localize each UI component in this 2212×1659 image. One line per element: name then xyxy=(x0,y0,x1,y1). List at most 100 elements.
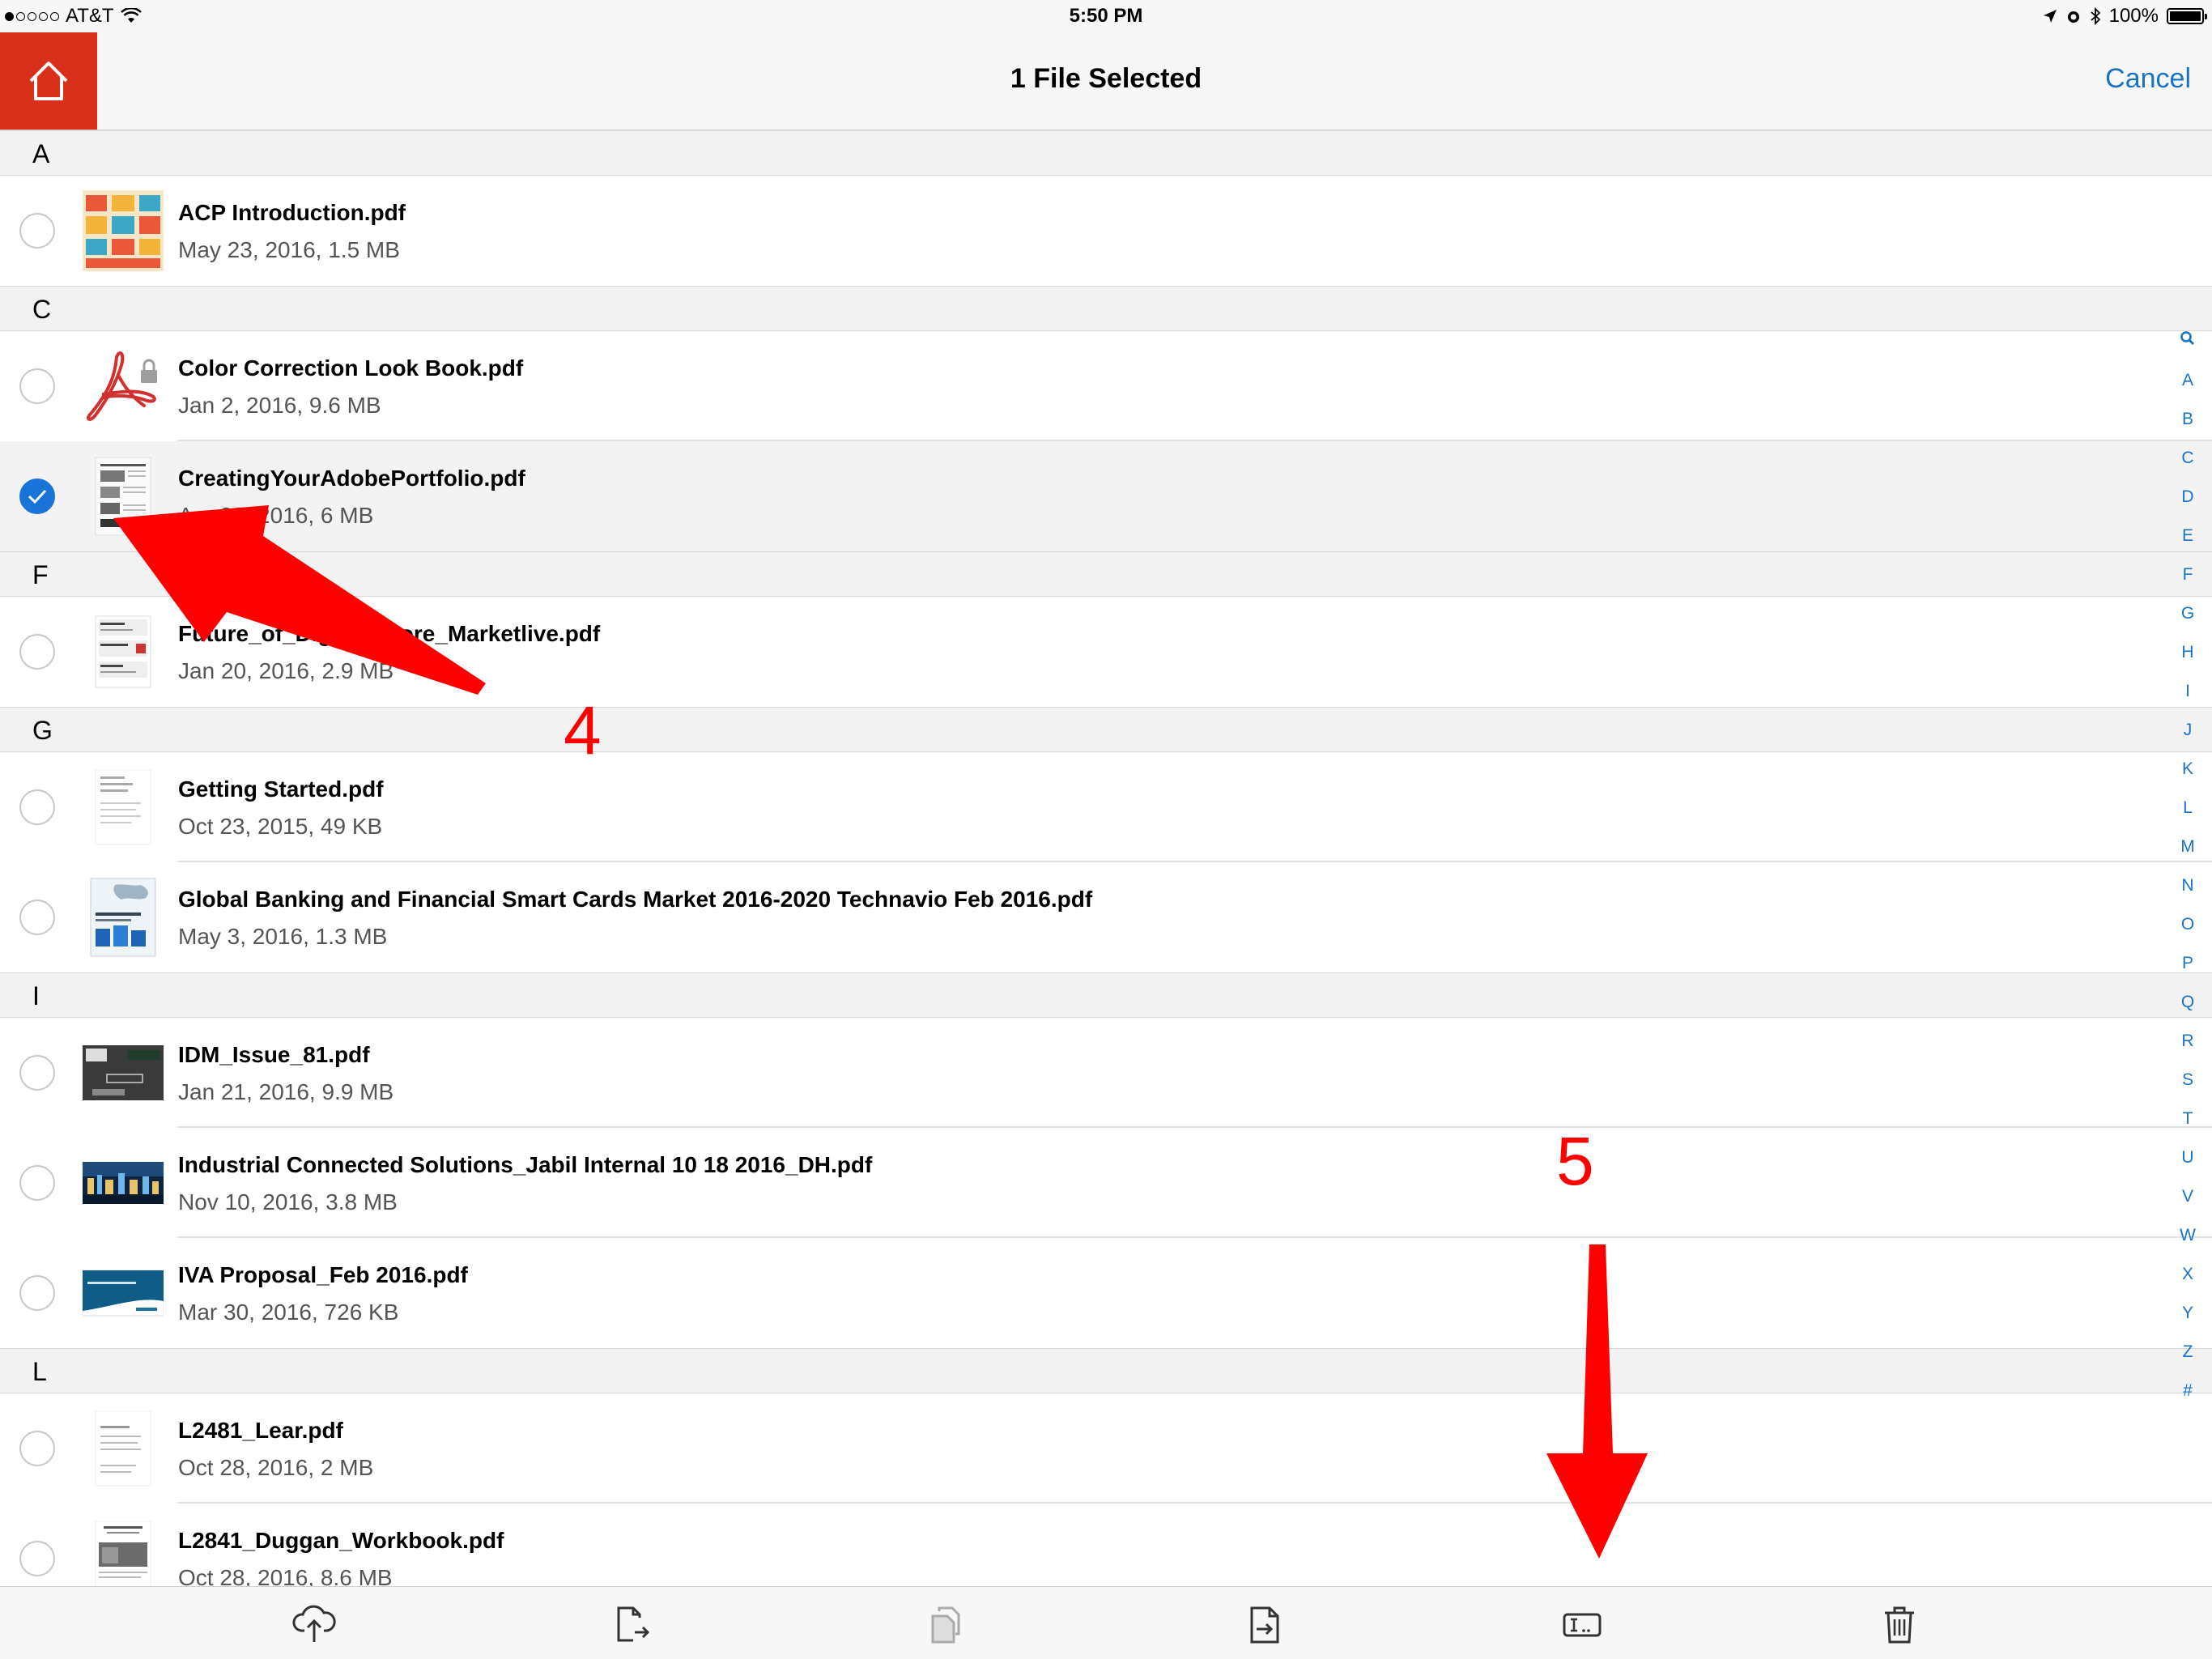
section-header: C xyxy=(0,286,2212,331)
rename-icon[interactable] xyxy=(1559,1602,1605,1647)
bottom-toolbar xyxy=(0,1586,2212,1659)
index-letter[interactable]: E xyxy=(2172,517,2204,555)
file-row-selected[interactable]: CreatingYourAdobePortfolio.pdf Apr 29, 2… xyxy=(0,441,2212,551)
file-meta: Jan 21, 2016, 9.9 MB xyxy=(178,1079,394,1104)
index-search-icon[interactable] xyxy=(2172,322,2204,361)
select-radio[interactable] xyxy=(19,1165,55,1201)
section-header: L xyxy=(0,1348,2212,1393)
bluetooth-icon xyxy=(2091,7,2100,25)
select-radio[interactable] xyxy=(19,1431,55,1466)
index-letter[interactable]: S xyxy=(2172,1061,2204,1100)
index-letter[interactable]: V xyxy=(2172,1177,2204,1216)
index-letter[interactable]: Q xyxy=(2172,983,2204,1022)
select-radio[interactable] xyxy=(19,1275,55,1311)
index-letter[interactable]: J xyxy=(2172,711,2204,750)
copy-icon[interactable] xyxy=(923,1602,968,1647)
workbook-thumbnail xyxy=(83,1518,164,1586)
location-icon xyxy=(2043,10,2057,23)
section-header: G xyxy=(0,707,2212,752)
file-name: L2481_Lear.pdf xyxy=(178,1418,343,1443)
file-row[interactable]: L2841_Duggan_Workbook.pdf Oct 28, 2016, … xyxy=(0,1504,2212,1586)
file-meta: Mar 30, 2016, 726 KB xyxy=(178,1300,399,1325)
file-meta: Oct 23, 2015, 49 KB xyxy=(178,814,383,839)
file-meta: Oct 28, 2016, 2 MB xyxy=(178,1455,374,1480)
trash-icon[interactable] xyxy=(1877,1602,1922,1647)
index-letter[interactable]: K xyxy=(2172,750,2204,789)
file-name: Getting Started.pdf xyxy=(178,776,384,802)
index-letter[interactable]: O xyxy=(2172,905,2204,944)
index-letter[interactable]: B xyxy=(2172,400,2204,439)
file-name: L2841_Duggan_Workbook.pdf xyxy=(178,1528,504,1553)
cancel-button[interactable]: Cancel xyxy=(2105,63,2191,95)
move-icon[interactable] xyxy=(1242,1602,1287,1647)
index-letter[interactable]: P xyxy=(2172,944,2204,983)
dark-magazine-thumbnail xyxy=(83,1032,164,1113)
file-meta: Nov 10, 2016, 3.8 MB xyxy=(178,1189,398,1214)
index-letter[interactable]: N xyxy=(2172,866,2204,905)
battery-icon xyxy=(2167,8,2207,24)
select-radio[interactable] xyxy=(19,789,55,825)
file-row[interactable]: IDM_Issue_81.pdf Jan 21, 2016, 9.9 MB xyxy=(0,1018,2212,1128)
index-letter[interactable]: G xyxy=(2172,594,2204,633)
text-thumbnail xyxy=(83,767,164,848)
file-row[interactable]: Getting Started.pdf Oct 23, 2015, 49 KB xyxy=(0,752,2212,862)
file-meta: May 23, 2016, 1.5 MB xyxy=(178,237,400,262)
export-icon[interactable] xyxy=(609,1602,654,1647)
alarm-icon xyxy=(2067,11,2079,23)
file-name: Industrial Connected Solutions_Jabil Int… xyxy=(178,1152,873,1177)
select-radio-checked[interactable] xyxy=(19,479,55,514)
index-letter[interactable]: T xyxy=(2172,1100,2204,1138)
index-letter[interactable]: H xyxy=(2172,633,2204,672)
file-meta: Oct 28, 2016, 8.6 MB xyxy=(178,1565,393,1586)
select-radio[interactable] xyxy=(19,1055,55,1091)
file-row[interactable]: Color Correction Look Book.pdf Jan 2, 20… xyxy=(0,331,2212,441)
index-letter[interactable]: W xyxy=(2172,1216,2204,1255)
index-letter[interactable]: L xyxy=(2172,789,2204,827)
page-title: 1 File Selected xyxy=(1010,63,1202,94)
colorful-grid-thumbnail xyxy=(83,190,164,271)
index-letter[interactable]: U xyxy=(2172,1138,2204,1177)
battery-percent: 100% xyxy=(2108,5,2159,27)
file-list[interactable]: A ACP Introduction.pdf May 23, 2016, 1.5… xyxy=(0,130,2212,1586)
status-bar: AT&T 5:50 PM 100% xyxy=(0,0,2212,32)
upload-icon[interactable] xyxy=(291,1602,337,1647)
index-letter[interactable]: A xyxy=(2172,361,2204,400)
file-name: Color Correction Look Book.pdf xyxy=(178,355,524,381)
select-radio[interactable] xyxy=(19,634,55,670)
clock: 5:50 PM xyxy=(1069,5,1143,27)
file-row[interactable]: L2481_Lear.pdf Oct 28, 2016, 2 MB xyxy=(0,1393,2212,1504)
blue-slide-thumbnail xyxy=(83,1253,164,1334)
alphabet-index[interactable]: A B C D E F G H I J K L M N O P Q R S T … xyxy=(2172,322,2204,1410)
index-letter[interactable]: I xyxy=(2172,672,2204,711)
file-meta: Apr 29, 2016, 6 MB xyxy=(178,503,374,528)
file-name: ACP Introduction.pdf xyxy=(178,200,406,225)
index-letter[interactable]: Z xyxy=(2172,1333,2204,1372)
report-thumbnail xyxy=(83,877,164,958)
section-header: I xyxy=(0,972,2212,1018)
file-name: Global Banking and Financial Smart Cards… xyxy=(178,887,1093,912)
document-thumbnail xyxy=(83,456,164,537)
navigation-bar: 1 File Selected Cancel xyxy=(0,32,2212,130)
select-radio[interactable] xyxy=(19,368,55,404)
index-letter[interactable]: Y xyxy=(2172,1294,2204,1333)
file-meta: May 3, 2016, 1.3 MB xyxy=(178,924,388,949)
select-radio[interactable] xyxy=(19,213,55,249)
select-radio[interactable] xyxy=(19,1541,55,1576)
slides-thumbnail xyxy=(83,611,164,692)
select-radio[interactable] xyxy=(19,900,55,935)
file-row[interactable]: Future_of_Digital_Store_Marketlive.pdf J… xyxy=(0,597,2212,707)
index-letter[interactable]: D xyxy=(2172,478,2204,517)
section-header: F xyxy=(0,551,2212,597)
acrobat-locked-icon xyxy=(83,346,164,427)
file-meta: Jan 2, 2016, 9.6 MB xyxy=(178,393,381,418)
file-row[interactable]: IVA Proposal_Feb 2016.pdf Mar 30, 2016, … xyxy=(0,1238,2212,1348)
file-row[interactable]: ACP Introduction.pdf May 23, 2016, 1.5 M… xyxy=(0,176,2212,286)
index-letter[interactable]: # xyxy=(2172,1372,2204,1410)
file-row[interactable]: Global Banking and Financial Smart Cards… xyxy=(0,862,2212,972)
index-letter[interactable]: X xyxy=(2172,1255,2204,1294)
index-letter[interactable]: C xyxy=(2172,439,2204,478)
index-letter[interactable]: F xyxy=(2172,555,2204,594)
file-row[interactable]: Industrial Connected Solutions_Jabil Int… xyxy=(0,1128,2212,1238)
index-letter[interactable]: R xyxy=(2172,1022,2204,1061)
index-letter[interactable]: M xyxy=(2172,827,2204,866)
